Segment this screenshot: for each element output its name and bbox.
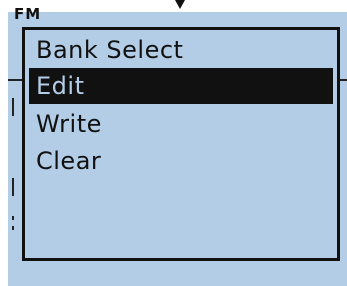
menu-item-write[interactable]: Write xyxy=(29,106,333,142)
background-glyph-fragment xyxy=(12,216,14,220)
mode-label: FM xyxy=(14,5,42,23)
background-glyph-fragment xyxy=(12,226,14,230)
menu-item-edit[interactable]: Edit xyxy=(29,68,333,104)
down-arrow-icon xyxy=(175,0,185,9)
menu-popup: Bank Select Edit Write Clear xyxy=(22,27,340,261)
menu-item-clear[interactable]: Clear xyxy=(29,143,333,179)
background-glyph-fragment xyxy=(12,178,14,196)
background-glyph-fragment xyxy=(12,98,14,116)
menu-item-bank-select[interactable]: Bank Select xyxy=(29,32,333,68)
background-divider-line xyxy=(8,79,22,81)
